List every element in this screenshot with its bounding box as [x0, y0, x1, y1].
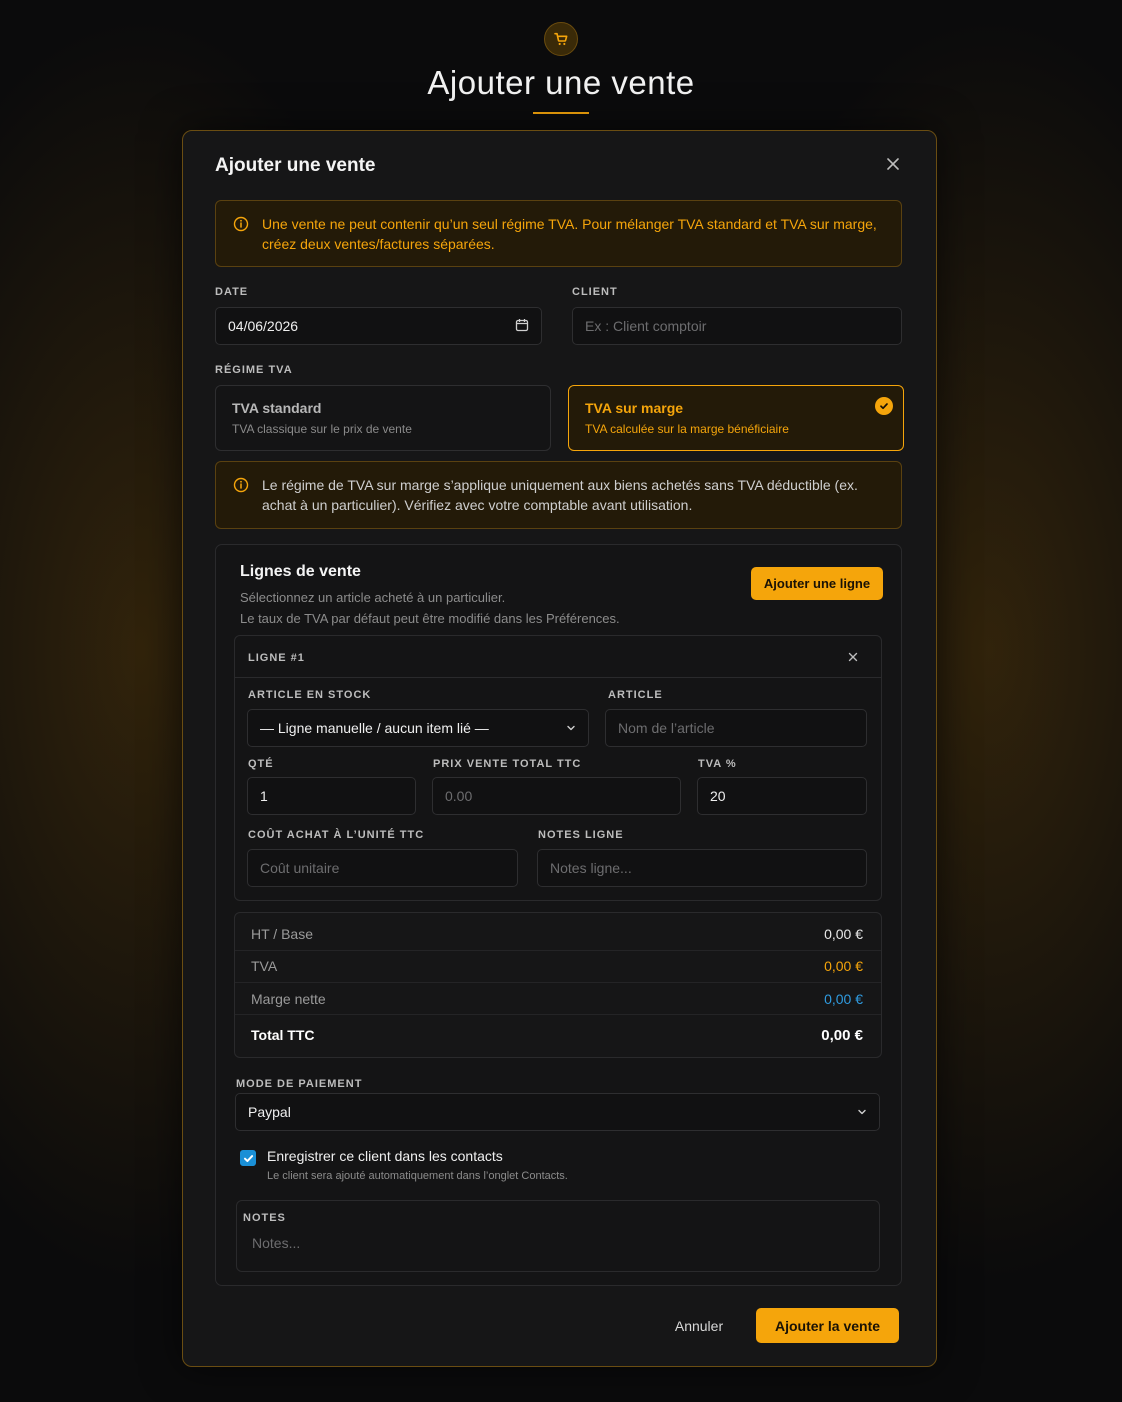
date-label: DATE [215, 286, 249, 298]
unit-cost-placeholder: Coût unitaire [260, 860, 340, 876]
page-title: Ajouter une vente [427, 64, 695, 101]
article-input[interactable]: Nom de l’article [605, 709, 867, 747]
price-placeholder: 0.00 [445, 788, 473, 804]
modal-title: Ajouter une vente [215, 155, 376, 176]
stock-article-value: — Ligne manuelle / aucun item lié — [260, 720, 489, 736]
total-row-margin: Marge nette 0,00 € [251, 983, 863, 1015]
cancel-button[interactable]: Annuler [657, 1309, 741, 1343]
line-notes-placeholder: Notes ligne... [550, 860, 632, 876]
total-label: Marge nette [251, 991, 326, 1007]
total-value: 0,00 € [824, 926, 863, 942]
regime-standard-subtitle: TVA classique sur le prix de vente [232, 422, 412, 436]
unit-cost-input[interactable]: Coût unitaire [247, 849, 518, 887]
payment-mode-label: MODE DE PAIEMENT [236, 1078, 363, 1090]
notes-label: NOTES [243, 1212, 286, 1224]
page-header: Ajouter une vente [0, 22, 1122, 114]
stock-article-select[interactable]: — Ligne manuelle / aucun item lié — [247, 709, 589, 747]
add-line-button[interactable]: Ajouter une ligne [751, 567, 883, 600]
total-row-ht: HT / Base 0,00 € [251, 918, 863, 950]
date-value: 04/06/2026 [228, 318, 299, 334]
stock-article-label: ARTICLE EN STOCK [248, 689, 372, 701]
vat-rate-label: TVA % [698, 758, 737, 770]
sale-line-card: LIGNE #1 ARTICLE EN STOCK — Ligne manuel… [234, 635, 882, 901]
single-regime-alert: Une vente ne peut contenir qu’un seul ré… [215, 200, 902, 267]
qty-input[interactable]: 1 [247, 777, 416, 815]
notes-placeholder: Notes... [252, 1235, 301, 1251]
regime-margin-option[interactable]: TVA sur marge TVA calculée sur la marge … [568, 385, 904, 451]
regime-standard-option[interactable]: TVA standard TVA classique sur le prix d… [215, 385, 551, 451]
regime-label: RÉGIME TVA [215, 364, 293, 376]
total-value: 0,00 € [824, 958, 863, 974]
client-input[interactable]: Ex : Client comptoir [572, 307, 902, 345]
price-input[interactable]: 0.00 [432, 777, 681, 815]
alert-text: Une vente ne peut contenir qu’un seul ré… [262, 216, 877, 252]
notes-box[interactable]: NOTES Notes... [236, 1200, 880, 1272]
info-icon [233, 477, 249, 493]
date-field[interactable]: 04/06/2026 [215, 307, 542, 345]
selected-check-icon [875, 397, 893, 415]
totals-summary: HT / Base 0,00 € TVA 0,00 € Marge nette … [234, 912, 882, 1058]
add-sale-modal: Ajouter une vente Une vente ne peut cont… [182, 130, 937, 1367]
total-label: HT / Base [251, 926, 313, 942]
client-placeholder: Ex : Client comptoir [585, 318, 707, 334]
lines-subtitle-1: Sélectionnez un article acheté à un part… [240, 590, 506, 605]
chevron-down-icon [566, 720, 576, 736]
total-value: 0,00 € [824, 991, 863, 1007]
margin-regime-alert: Le régime de TVA sur marge s’applique un… [215, 461, 902, 529]
vat-rate-input[interactable]: 20 [697, 777, 867, 815]
info-icon [233, 216, 249, 232]
chevron-down-icon [857, 1104, 867, 1120]
regime-margin-subtitle: TVA calculée sur la marge bénéficiaire [585, 422, 789, 436]
regime-standard-title: TVA standard [232, 400, 322, 416]
divider [235, 1014, 881, 1015]
unit-cost-label: COÛT ACHAT À L’UNITÉ TTC [248, 829, 425, 841]
line-notes-input[interactable]: Notes ligne... [537, 849, 867, 887]
total-label: TVA [251, 958, 278, 974]
regime-margin-title: TVA sur marge [585, 400, 684, 416]
article-label: ARTICLE [608, 689, 663, 701]
payment-mode-select[interactable]: Paypal [235, 1093, 880, 1131]
article-placeholder: Nom de l’article [618, 720, 715, 736]
alert-text: Le régime de TVA sur marge s’applique un… [262, 477, 858, 513]
payment-mode-value: Paypal [248, 1104, 291, 1120]
qty-label: QTÉ [248, 758, 274, 770]
title-underline [533, 112, 589, 114]
calendar-icon[interactable] [515, 318, 529, 335]
total-row-ttc: Total TTC 0,00 € [251, 1019, 863, 1051]
line-header: LIGNE #1 [235, 636, 881, 678]
client-label: CLIENT [572, 286, 618, 298]
remove-line-icon[interactable] [847, 650, 859, 662]
vat-rate-value: 20 [710, 788, 726, 804]
lines-subtitle-2: Le taux de TVA par défaut peut être modi… [240, 611, 620, 626]
save-contact-checkbox[interactable] [240, 1150, 256, 1166]
qty-value: 1 [260, 788, 268, 804]
cart-icon [544, 22, 578, 56]
close-icon[interactable] [884, 155, 902, 173]
total-value: 0,00 € [821, 1026, 863, 1044]
save-contact-hint: Le client sera ajouté automatiquement da… [267, 1170, 568, 1182]
lines-title: Lignes de vente [240, 563, 361, 580]
save-contact-label[interactable]: Enregistrer ce client dans les contacts [267, 1148, 503, 1164]
line-number: LIGNE #1 [248, 652, 305, 664]
line-notes-label: NOTES LIGNE [538, 829, 624, 841]
total-row-vat: TVA 0,00 € [251, 950, 863, 982]
total-label: Total TTC [251, 1027, 315, 1043]
lines-subtitle: Sélectionnez un article acheté à un part… [240, 587, 620, 629]
submit-sale-button[interactable]: Ajouter la vente [756, 1308, 899, 1343]
price-label: PRIX VENTE TOTAL TTC [433, 758, 582, 770]
